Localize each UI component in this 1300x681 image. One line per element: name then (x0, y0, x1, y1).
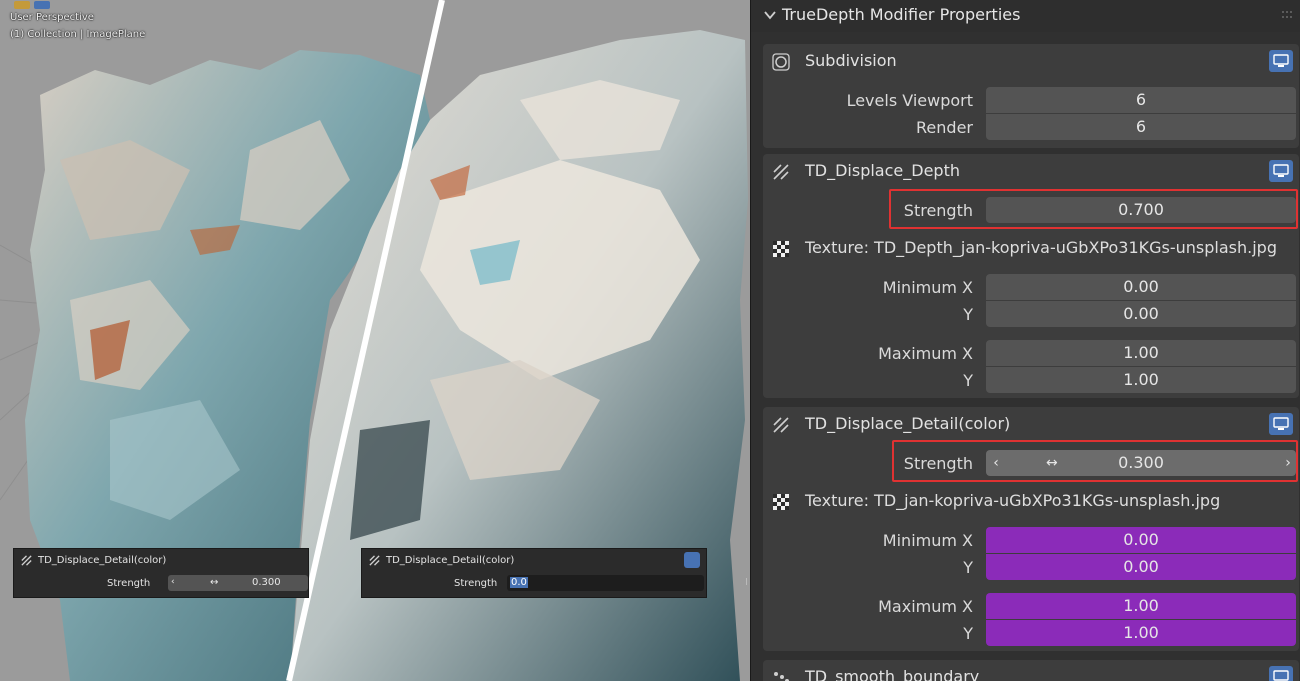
monitor-icon (1273, 164, 1289, 177)
3d-viewport[interactable]: User Perspective (1) Collection | ImageP… (0, 0, 750, 681)
properties-panel: TrueDepth Modifier Properties Subdivisio… (750, 0, 1300, 681)
minimum-x-field[interactable]: 0.00 (986, 527, 1296, 553)
render-levels-label: Render (916, 118, 973, 137)
text-cursor-icon: I (745, 577, 748, 588)
texture-name: Texture: TD_Depth_jan-kopriva-uGbXPo31KG… (805, 238, 1277, 257)
show-in-viewport-toggle[interactable] (1269, 160, 1293, 182)
displace-icon (773, 164, 789, 180)
texture-row[interactable]: Texture: TD_jan-kopriva-uGbXPo31KGs-unsp… (763, 489, 1299, 515)
redo-strength-label: Strength (107, 578, 151, 589)
modifier-subdivision: Subdivision Levels Viewport 6 Render 6 (763, 44, 1299, 148)
redo-panel-left[interactable]: TD_Displace_Detail(color) Strength ‹ ↔ 0… (13, 548, 309, 598)
show-in-viewport-toggle[interactable] (1269, 666, 1293, 681)
maximum-y-field[interactable]: 1.00 (986, 620, 1296, 646)
redo-panel-right[interactable]: TD_Displace_Detail(color) Strength 0.0 I (361, 548, 748, 598)
subdivision-circle-icon (772, 53, 790, 71)
redo-strength-input[interactable]: 0.0 I (507, 575, 748, 591)
minimum-x-label: Minimum X (882, 278, 973, 297)
decrement-arrow-icon[interactable]: ‹ (171, 577, 175, 587)
view-perspective-label: User Perspective (10, 12, 94, 23)
redo-strength-value: 0.300 (252, 577, 281, 588)
strength-highlight-detail (892, 440, 1298, 482)
maximum-x-field[interactable]: 1.00 (986, 340, 1296, 366)
maximum-x-label: Maximum X (878, 344, 973, 363)
smooth-icon (774, 672, 789, 681)
modifier-name: TD_Displace_Detail(color) (805, 414, 1011, 433)
redo-title: TD_Displace_Detail(color) (386, 555, 515, 566)
texture-row[interactable]: Texture: TD_Depth_jan-kopriva-uGbXPo31KG… (763, 236, 1299, 262)
monitor-icon[interactable] (684, 552, 700, 568)
displace-icon (773, 417, 789, 433)
levels-viewport-field[interactable]: 6 (986, 87, 1296, 113)
modifier-name: Subdivision (805, 51, 897, 70)
show-in-viewport-toggle[interactable] (1269, 50, 1293, 72)
maximum-y-field[interactable]: 1.00 (986, 367, 1296, 393)
checker-texture-icon (773, 241, 789, 257)
modifier-smooth-boundary: TD_smooth_boundary (763, 660, 1299, 681)
modifier-name: TD_smooth_boundary (805, 667, 980, 681)
minimum-y-label: Y (963, 305, 973, 324)
modifier-header[interactable]: TD_Displace_Depth (763, 154, 1299, 188)
displace-icon (369, 555, 380, 566)
drag-cursor-icon: ↔ (210, 577, 219, 588)
maximum-y-label: Y (963, 624, 973, 643)
render-levels-field[interactable]: 6 (986, 114, 1296, 140)
redo-strength-field[interactable]: ‹ ↔ 0.300 (168, 575, 308, 591)
minimum-y-field[interactable]: 0.00 (986, 301, 1296, 327)
texture-name: Texture: TD_jan-kopriva-uGbXPo31KGs-unsp… (805, 491, 1221, 510)
displace-icon (21, 555, 32, 566)
minimum-x-field[interactable]: 0.00 (986, 274, 1296, 300)
panel-header[interactable]: TrueDepth Modifier Properties (751, 0, 1300, 32)
checker-texture-icon (773, 494, 789, 510)
chevron-down-icon[interactable] (763, 8, 777, 22)
modifier-name: TD_Displace_Depth (805, 161, 960, 180)
redo-strength-label: Strength (454, 578, 498, 589)
panel-title: TrueDepth Modifier Properties (782, 5, 1021, 24)
collection-label: (1) Collection | ImagePlane (10, 29, 146, 40)
monitor-icon (1273, 54, 1289, 67)
monitor-icon (1273, 417, 1289, 430)
viewport-header-buttons[interactable] (14, 0, 54, 9)
modifier-header[interactable]: TD_Displace_Detail(color) (763, 407, 1299, 441)
drag-grip-icon[interactable] (1281, 10, 1295, 20)
minimum-y-label: Y (963, 558, 973, 577)
minimum-x-label: Minimum X (882, 531, 973, 550)
maximum-x-field[interactable]: 1.00 (986, 593, 1296, 619)
redo-title: TD_Displace_Detail(color) (38, 555, 167, 566)
strength-highlight-depth (889, 189, 1298, 229)
redo-strength-value: 0.0 (510, 577, 528, 588)
maximum-x-label: Maximum X (878, 597, 973, 616)
levels-viewport-label: Levels Viewport (846, 91, 973, 110)
maximum-y-label: Y (963, 371, 973, 390)
minimum-y-field[interactable]: 0.00 (986, 554, 1296, 580)
modifier-header[interactable]: Subdivision (763, 44, 1299, 78)
monitor-icon (1273, 670, 1289, 681)
show-in-viewport-toggle[interactable] (1269, 413, 1293, 435)
modifier-header[interactable]: TD_smooth_boundary (763, 660, 1299, 681)
